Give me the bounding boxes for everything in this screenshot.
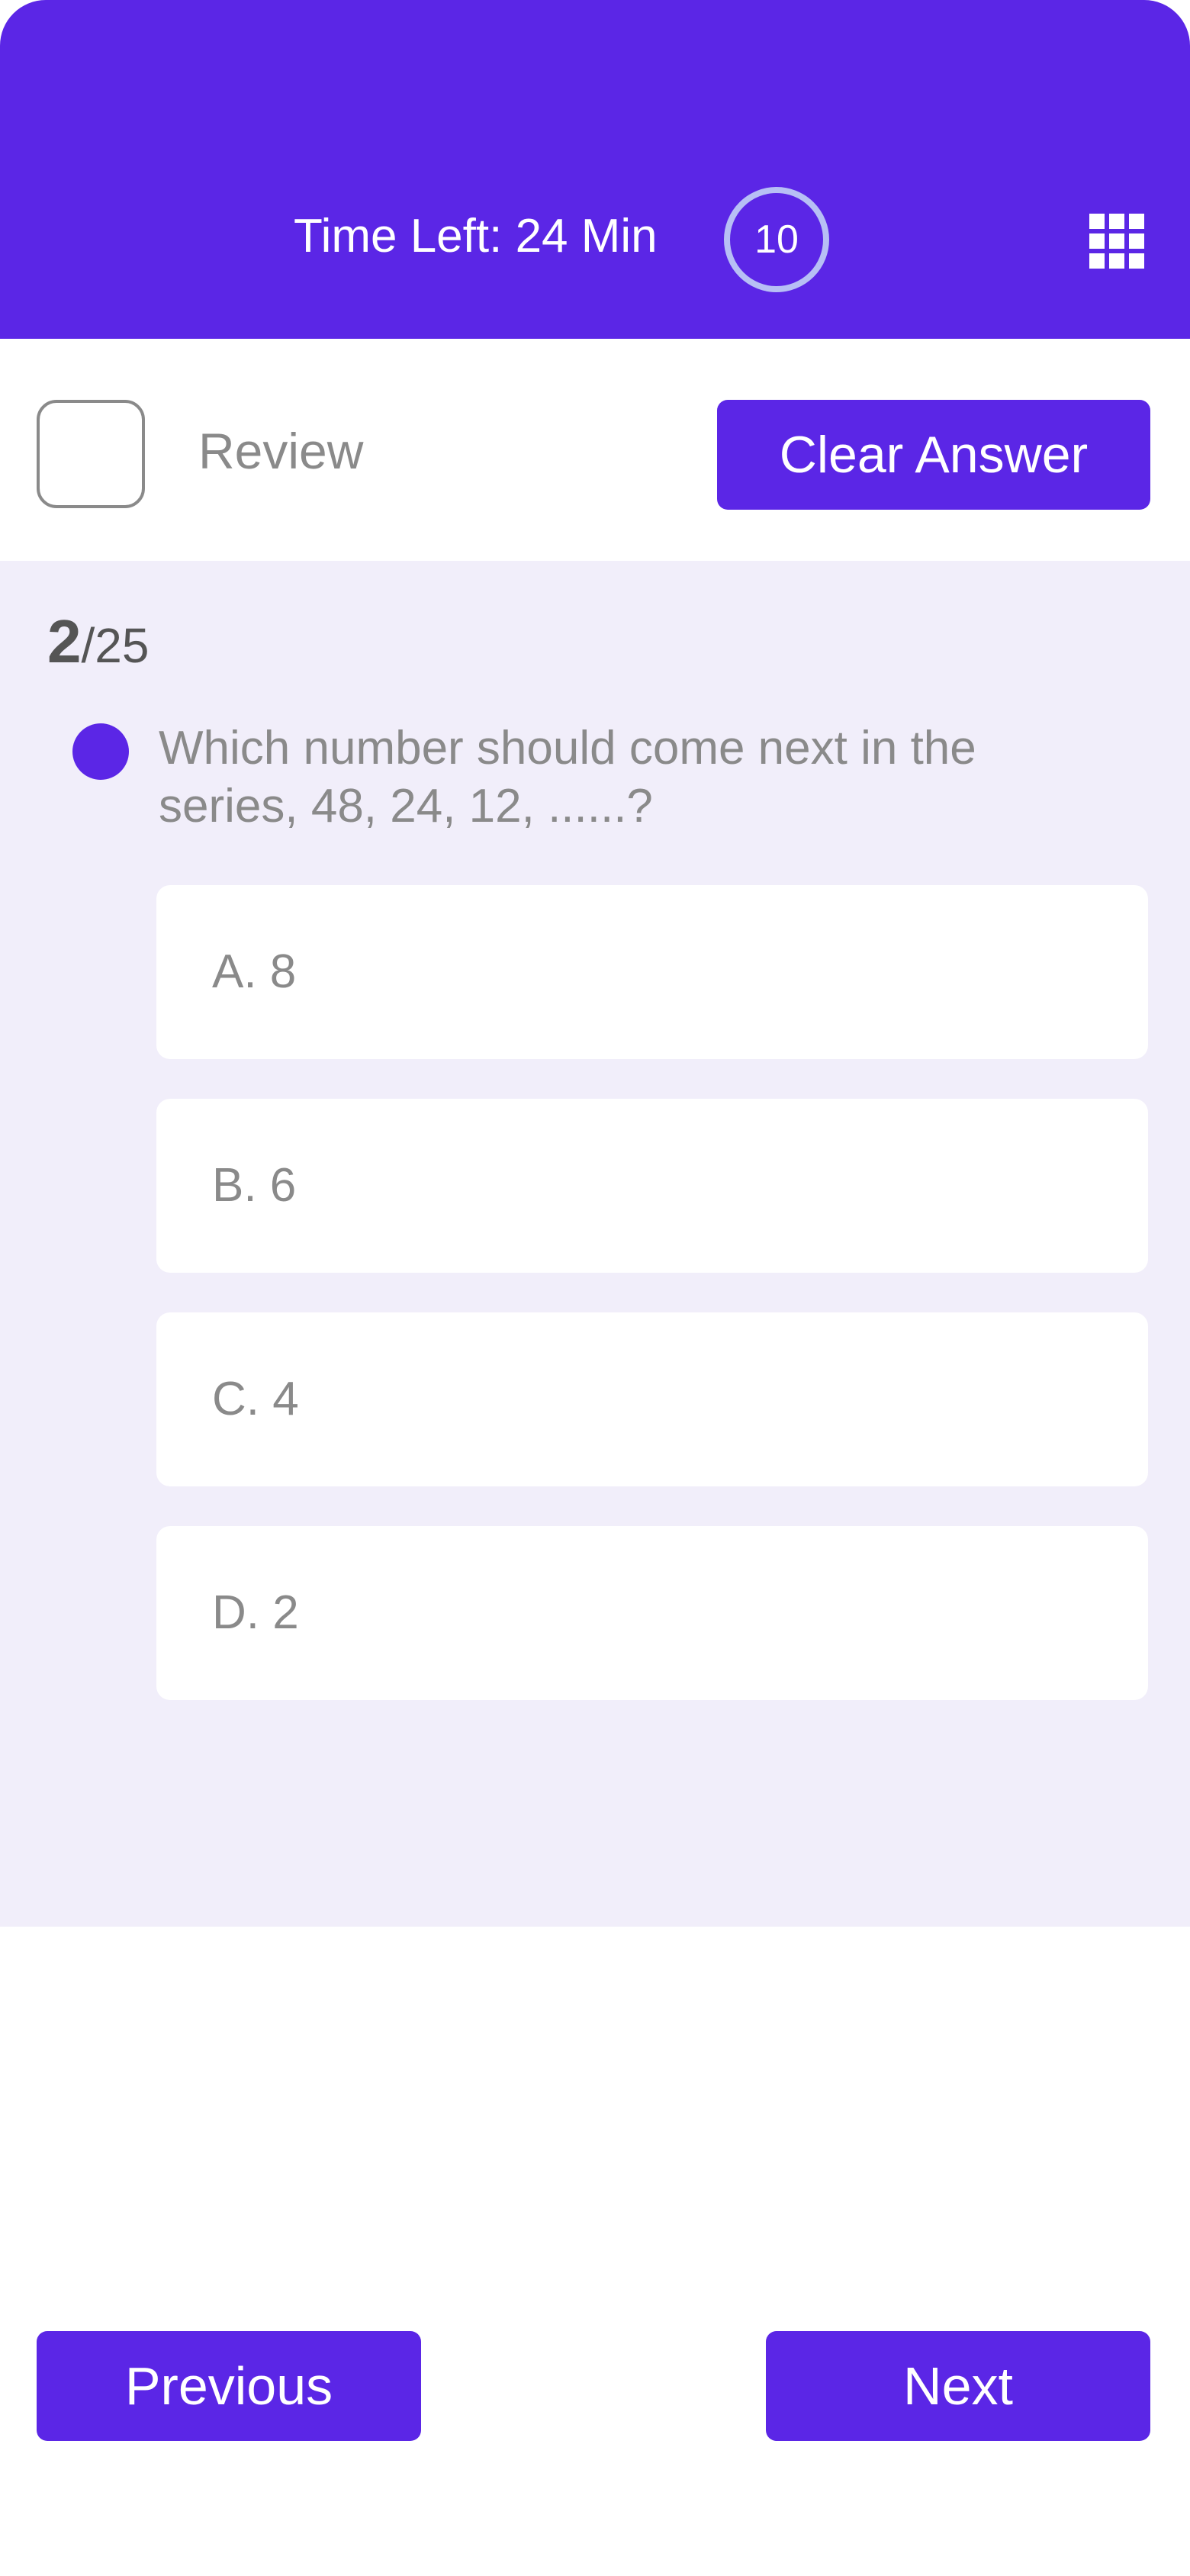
question-text: Which number should come next in the ser… — [159, 722, 976, 832]
grid-icon[interactable] — [1089, 214, 1144, 269]
next-button[interactable]: Next — [766, 2331, 1150, 2441]
total-questions: /25 — [81, 618, 150, 673]
question-panel: 2/25 Which number should come next in th… — [0, 561, 1190, 1927]
counter-value: 10 — [754, 217, 799, 262]
clear-answer-button[interactable]: Clear Answer — [717, 400, 1150, 510]
current-question-number: 2 — [47, 607, 82, 675]
option-label: C. 4 — [212, 1373, 299, 1425]
previous-button[interactable]: Previous — [37, 2331, 421, 2441]
review-label: Review — [198, 423, 364, 479]
header-bar: Time Left: 24 Min 10 — [0, 0, 1190, 339]
time-left-label: Time Left: 24 Min — [294, 210, 658, 262]
quiz-screen: Time Left: 24 Min 10 Review Clear Answer… — [0, 0, 1190, 2576]
option-b[interactable]: B. 6 — [156, 1099, 1148, 1273]
option-a[interactable]: A. 8 — [156, 885, 1148, 1059]
option-c[interactable]: C. 4 — [156, 1312, 1148, 1486]
question-bullet-icon — [72, 723, 129, 780]
question-progress: 2/25 — [47, 607, 149, 677]
review-checkbox[interactable] — [37, 400, 145, 508]
option-d[interactable]: D. 2 — [156, 1526, 1148, 1700]
option-label: B. 6 — [212, 1159, 297, 1212]
option-label: D. 2 — [212, 1586, 299, 1639]
question-counter-badge: 10 — [724, 187, 829, 292]
option-label: A. 8 — [212, 945, 297, 998]
